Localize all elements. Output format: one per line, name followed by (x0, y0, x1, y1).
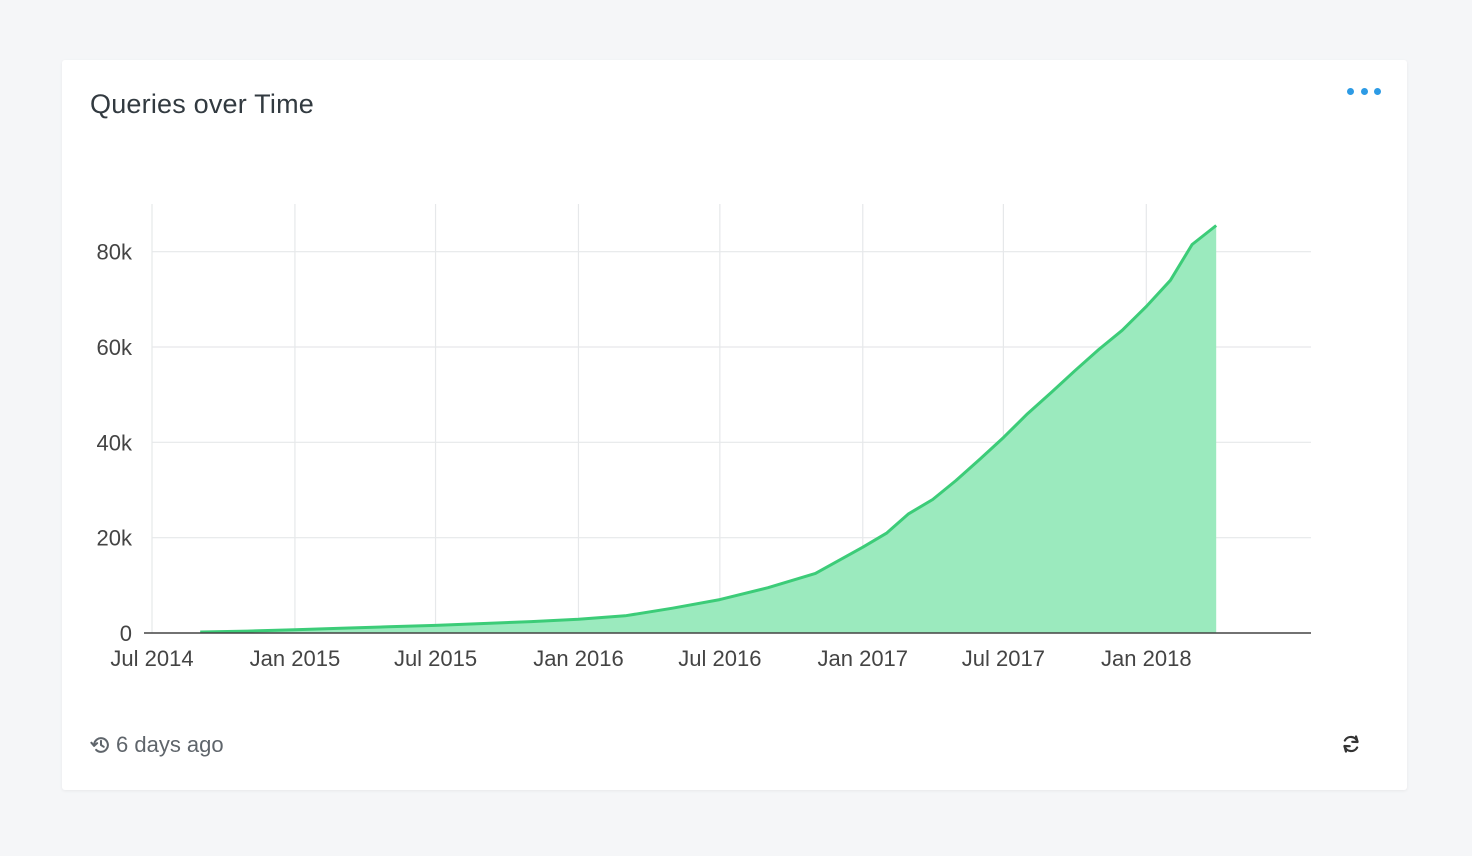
y-axis-ticks: 0 20k 40k 60k 80k (97, 240, 133, 646)
x-tick-label: Jul 2016 (678, 646, 761, 671)
x-tick-label: Jan 2017 (818, 646, 909, 671)
x-tick-label: Jul 2014 (110, 646, 193, 671)
y-tick-label: 40k (97, 430, 133, 455)
chart-widget-card: Queries over Time 0 20k 40k 60k 80k Jul 2014… (62, 60, 1407, 790)
queries-area-chart: 0 20k 40k 60k 80k Jul 2014 Jan 2015 Jul 2015 Ja… (97, 204, 1311, 671)
last-updated: 6 days ago (90, 732, 224, 758)
y-tick-label: 80k (97, 240, 133, 265)
x-tick-label: Jul 2015 (394, 646, 477, 671)
x-tick-label: Jan 2018 (1101, 646, 1192, 671)
x-tick-label: Jan 2016 (533, 646, 624, 671)
x-axis-ticks: Jul 2014 Jan 2015 Jul 2015 Jan 2016 Jul 2016… (110, 646, 1191, 671)
y-tick-label: 0 (120, 621, 132, 646)
y-tick-label: 20k (97, 526, 133, 551)
last-updated-text: 6 days ago (116, 732, 224, 757)
x-tick-label: Jan 2015 (250, 646, 341, 671)
series-area-fill (200, 225, 1217, 633)
history-icon (90, 737, 109, 753)
refresh-icon[interactable] (1340, 733, 1362, 755)
y-tick-label: 60k (97, 335, 133, 360)
x-tick-label: Jul 2017 (962, 646, 1045, 671)
